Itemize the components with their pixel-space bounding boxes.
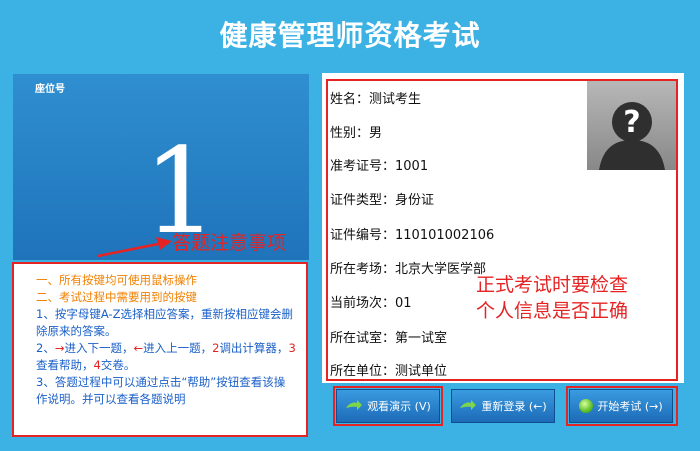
relogin-button[interactable]: 重新登录 (←) (451, 389, 555, 423)
info-gender: 性别：男 (330, 126, 383, 141)
info-name: 姓名：测试考生 (330, 92, 422, 107)
annotation-notice-caption: 答题注意事项 (172, 232, 287, 254)
info-ticket: 准考证号：1001 (330, 159, 429, 174)
notice-line-5: 3、答题过程中可以通过点击“帮助”按钮查看该操作说明。并可以查看各题说明 (36, 375, 286, 406)
info-id-number: 证件编号：110101002106 (330, 228, 495, 243)
info-site: 所在考场：北京大学医学部 (330, 262, 487, 277)
notice-line-2: 二、考试过程中需要用到的按键 (36, 290, 197, 304)
info-unit: 所在单位：测试单位 (330, 364, 448, 379)
watch-demo-button[interactable]: 观看演示 (V) (336, 389, 440, 423)
start-exam-button[interactable]: 开始考试 (→) (569, 389, 673, 423)
right-arrow-icon (460, 400, 477, 410)
exam-notice-box: 一、所有按键均可使用鼠标操作 二、考试过程中需要用到的按键 1、按字母键A-Z选… (12, 262, 308, 437)
page-title: 健康管理师资格考试 (219, 19, 481, 52)
notice-line-3: 1、按字母键A-Z选择相应答案，重新按相应键会删除原来的答案。 (36, 307, 293, 338)
green-circle-icon (579, 399, 594, 413)
seat-label: 座位号 (35, 84, 65, 95)
notice-line-1: 一、所有按键均可使用鼠标操作 (36, 273, 197, 287)
annotation-info-caption: 正式考试时要检查 个人信息是否正确 (476, 274, 629, 322)
right-arrow-icon (346, 400, 363, 410)
info-session: 当前场次：01 (330, 296, 412, 311)
info-room: 所在试室：第一试室 (330, 331, 448, 346)
annotation-arrow-icon (97, 237, 172, 258)
notice-line-4: 2、→进入下一题，←进入上一题，2调出计算器，3查看帮助，4交卷。 (36, 341, 296, 372)
info-id-type: 证件类型：身份证 (330, 193, 435, 208)
